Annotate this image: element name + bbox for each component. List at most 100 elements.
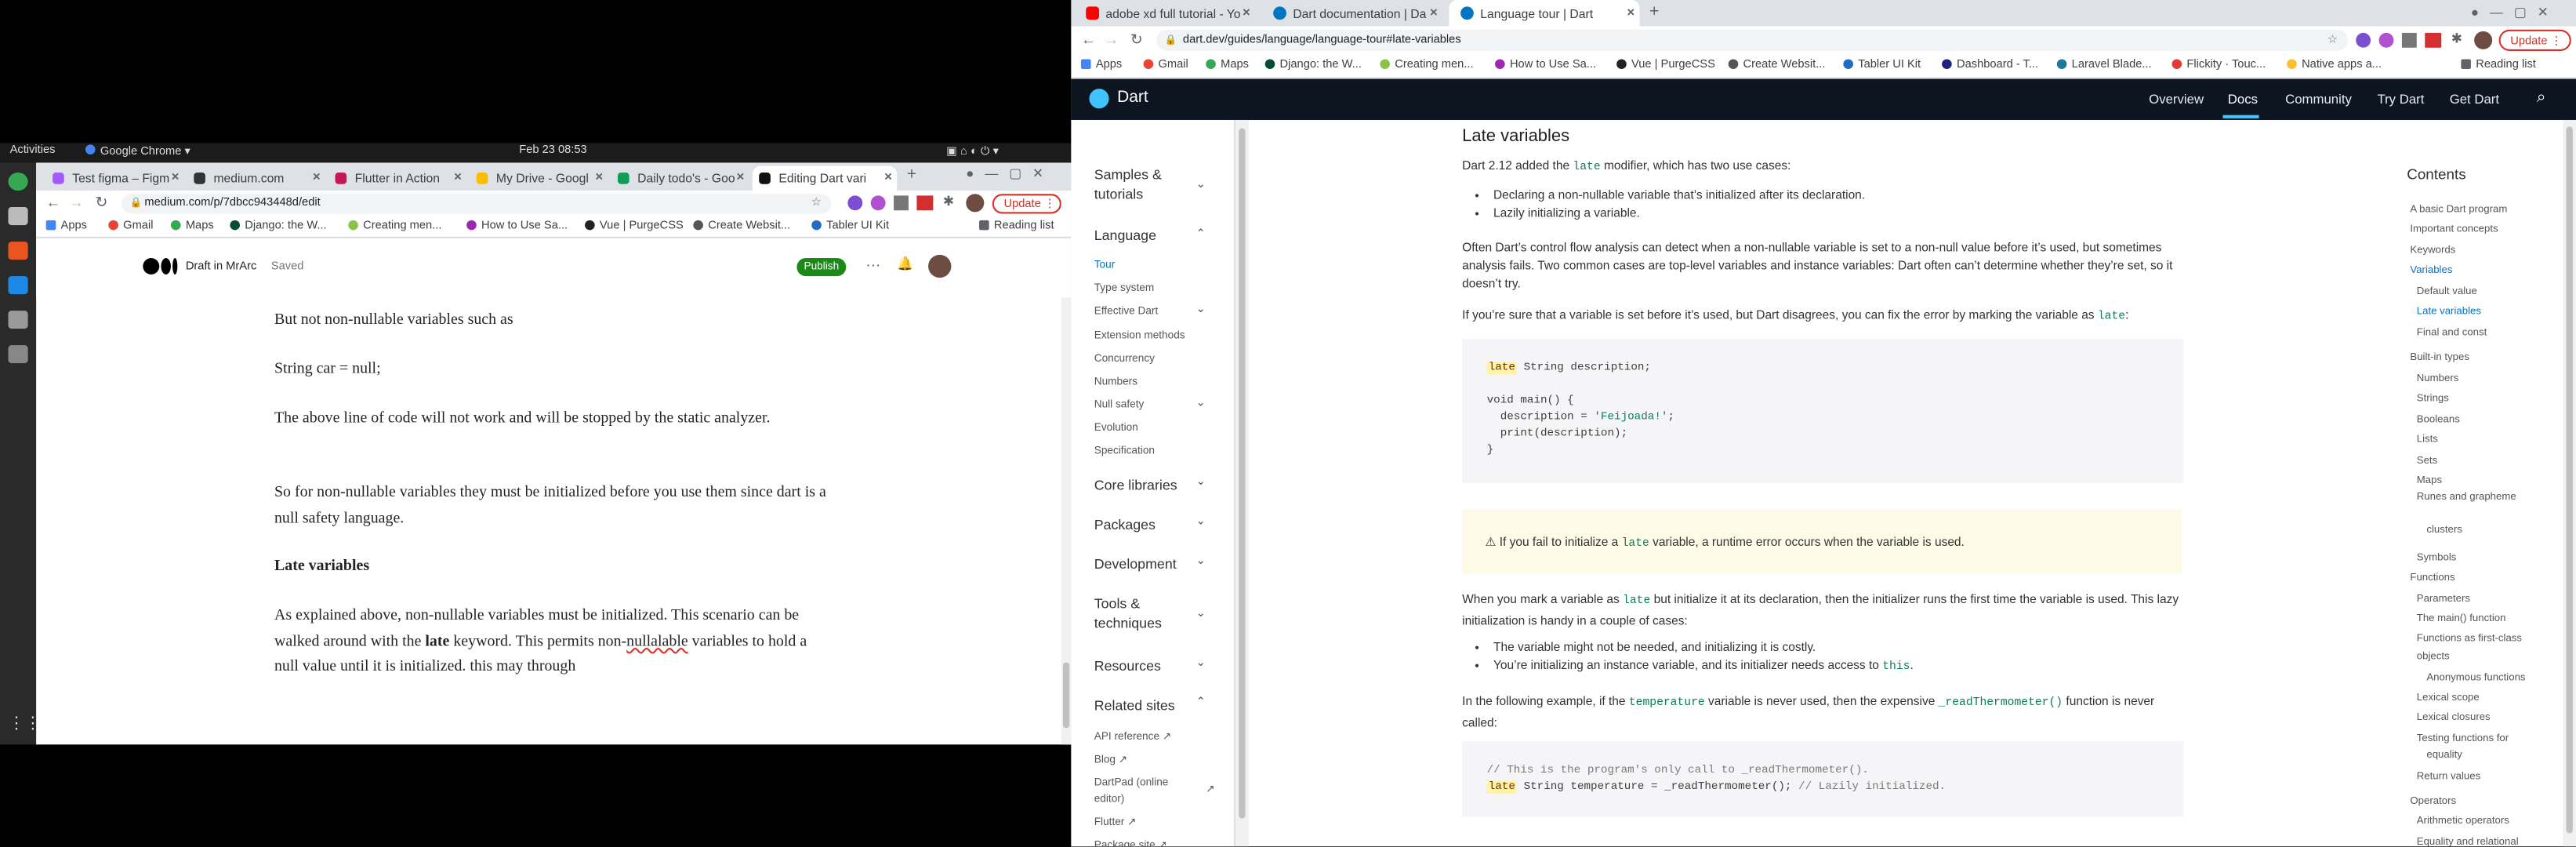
- bookmark-vue[interactable]: Vue | PurgeCSS: [1616, 59, 1715, 71]
- right-tab-3-active[interactable]: Language tour | Dart ×: [1449, 0, 1640, 27]
- nav-try-dart[interactable]: Try Dart: [2377, 92, 2424, 107]
- more-icon[interactable]: ···: [865, 256, 880, 273]
- sidebar-item-effective-dart[interactable]: Effective Dart: [1094, 306, 1159, 318]
- left-tab-4[interactable]: My Drive - Googl ×: [470, 166, 608, 191]
- toc-item[interactable]: equality: [2426, 750, 2462, 762]
- toc-item[interactable]: Variables: [2410, 264, 2452, 276]
- system-tray[interactable]: ▣ ⌂ ◐ ⏻ ▾: [946, 144, 999, 159]
- files-dock-icon[interactable]: [8, 207, 28, 226]
- sidebar-item-type-system[interactable]: Type system: [1094, 282, 1154, 294]
- left-tab-3[interactable]: Flutter in Action ×: [328, 166, 466, 191]
- code-block[interactable]: late String description; void main() { d…: [1462, 338, 2184, 484]
- update-button[interactable]: Update ⋮: [992, 194, 1061, 214]
- bookmark-howto[interactable]: How to Use Sa...: [1495, 59, 1596, 71]
- chevron-down-icon[interactable]: ⌄: [1196, 177, 1206, 191]
- chevron-down-icon[interactable]: ⌄: [1196, 656, 1206, 669]
- bookmark-howto[interactable]: How to Use Sa...: [466, 220, 568, 231]
- sidebar-item-tour[interactable]: Tour: [1094, 260, 1116, 271]
- paragraph[interactable]: As explained above, non-nullable variabl…: [274, 605, 833, 681]
- bookmark-apps[interactable]: Apps: [1080, 59, 1122, 71]
- related-package-site[interactable]: Package site ↗: [1094, 838, 1167, 847]
- bookmark-gmail[interactable]: Gmail: [1143, 59, 1188, 71]
- toc-item[interactable]: Testing functions for: [2417, 733, 2509, 745]
- toc-item[interactable]: The main() function: [2417, 613, 2506, 625]
- avatar[interactable]: [928, 254, 952, 278]
- puzzle-icon[interactable]: ✱: [2451, 31, 2462, 46]
- chevron-up-icon[interactable]: ⌃: [1196, 695, 1206, 709]
- right-tab-2[interactable]: Dart documentation | Da ×: [1261, 0, 1442, 27]
- section-heading[interactable]: Late variables: [274, 555, 833, 580]
- forward-icon[interactable]: →: [1104, 31, 1119, 48]
- back-icon[interactable]: ←: [1081, 31, 1096, 48]
- star-icon[interactable]: ☆: [811, 195, 822, 209]
- scroll-thumb[interactable]: [1239, 128, 1246, 819]
- window-controls[interactable]: ● — ▢ ✕: [966, 166, 1043, 181]
- paragraph[interactable]: The above line of code will not work and…: [274, 408, 833, 433]
- reading-list[interactable]: Reading list: [2461, 59, 2536, 71]
- toc-item[interactable]: Default value: [2417, 286, 2477, 298]
- close-icon[interactable]: ×: [1243, 5, 1250, 20]
- reload-icon[interactable]: ↻: [1130, 31, 1143, 49]
- toc-item[interactable]: Functions: [2410, 572, 2454, 583]
- close-icon[interactable]: ×: [737, 169, 745, 184]
- chevron-down-icon[interactable]: ⌄: [1196, 514, 1206, 528]
- sidebar-item-numbers[interactable]: Numbers: [1094, 376, 1137, 388]
- left-address-bar[interactable]: 🔒 medium.com/p/7dbcc943448d/edit ☆: [122, 194, 832, 214]
- search-icon[interactable]: ⌕: [2537, 89, 2546, 107]
- scroll-thumb[interactable]: [1062, 662, 1070, 729]
- sidebar-related-sites[interactable]: Related sites: [1094, 695, 1175, 714]
- chrome-dock-icon[interactable]: [8, 173, 28, 191]
- toc-item[interactable]: Return values: [2417, 771, 2480, 783]
- bookmark-tabler[interactable]: Tabler UI Kit: [811, 220, 889, 231]
- bookmark-maps[interactable]: Maps: [170, 220, 214, 231]
- publish-button[interactable]: Publish: [796, 258, 847, 277]
- toc-item[interactable]: Lexical closures: [2417, 711, 2491, 723]
- reload-icon[interactable]: ↻: [96, 194, 108, 212]
- right-tab-1[interactable]: adobe xd full tutorial - Yo ×: [1075, 0, 1256, 27]
- window-controls[interactable]: ● — ▢ ✕: [2471, 5, 2549, 20]
- extension-icon[interactable]: [2378, 32, 2394, 48]
- toc-item[interactable]: Important concepts: [2410, 224, 2498, 235]
- close-icon[interactable]: ×: [313, 169, 321, 184]
- related-flutter[interactable]: Flutter ↗: [1094, 815, 1137, 829]
- new-tab-icon[interactable]: +: [1649, 3, 1659, 21]
- sidebar-item-extension-methods[interactable]: Extension methods: [1094, 330, 1185, 342]
- close-icon[interactable]: ×: [884, 169, 892, 184]
- extension-icon[interactable]: [847, 195, 863, 211]
- trash-dock-icon[interactable]: [8, 345, 28, 364]
- nav-get-dart[interactable]: Get Dart: [2450, 92, 2499, 107]
- toc-item[interactable]: Runes and grapheme: [2417, 492, 2516, 503]
- right-scrollbar[interactable]: [2563, 119, 2576, 847]
- extension-icon[interactable]: [894, 195, 909, 211]
- dart-logo-icon[interactable]: [1089, 89, 1109, 109]
- toc-item[interactable]: Anonymous functions: [2426, 672, 2525, 684]
- bookmark-laravel[interactable]: Laravel Blade...: [2056, 59, 2152, 71]
- new-tab-icon[interactable]: +: [907, 166, 916, 184]
- related-api-reference[interactable]: API reference ↗: [1094, 729, 1172, 743]
- bell-icon[interactable]: 🔔: [897, 256, 913, 271]
- clock[interactable]: Feb 23 08:53: [519, 144, 586, 156]
- left-tab-5[interactable]: Daily todo's - Goo ×: [611, 166, 749, 191]
- bookmark-django[interactable]: Django: the W...: [1264, 59, 1362, 71]
- chevron-down-icon[interactable]: ⌄: [1196, 554, 1206, 567]
- bookmark-django[interactable]: Django: the W...: [230, 220, 327, 231]
- toc-item[interactable]: Keywords: [2410, 245, 2455, 256]
- puzzle-icon[interactable]: ✱: [943, 194, 954, 209]
- extension-icon[interactable]: [2356, 32, 2371, 48]
- app-menu[interactable]: Google Chrome ▾: [85, 144, 190, 158]
- close-icon[interactable]: ×: [1627, 5, 1634, 20]
- paragraph[interactable]: So for non-nullable variables they must …: [274, 482, 833, 533]
- left-scrollbar[interactable]: [1061, 297, 1072, 745]
- medium-logo-icon[interactable]: [143, 258, 160, 274]
- toc-item[interactable]: Lists: [2417, 434, 2438, 445]
- bookmark-vue[interactable]: Vue | PurgeCSS: [585, 220, 684, 231]
- bookmark-apps[interactable]: Apps: [45, 220, 87, 231]
- star-icon[interactable]: ☆: [2327, 33, 2338, 46]
- toc-item[interactable]: Arithmetic operators: [2417, 815, 2509, 827]
- bookmark-tabler[interactable]: Tabler UI Kit: [1843, 59, 1921, 71]
- avatar[interactable]: [2474, 31, 2493, 49]
- sidebar-item-evolution[interactable]: Evolution: [1094, 423, 1138, 434]
- left-tab-1[interactable]: Test figma – Figm ×: [46, 166, 184, 191]
- bookmark-maps[interactable]: Maps: [1206, 59, 1249, 71]
- bookmark-dashboard[interactable]: Dashboard - T...: [1942, 59, 2038, 71]
